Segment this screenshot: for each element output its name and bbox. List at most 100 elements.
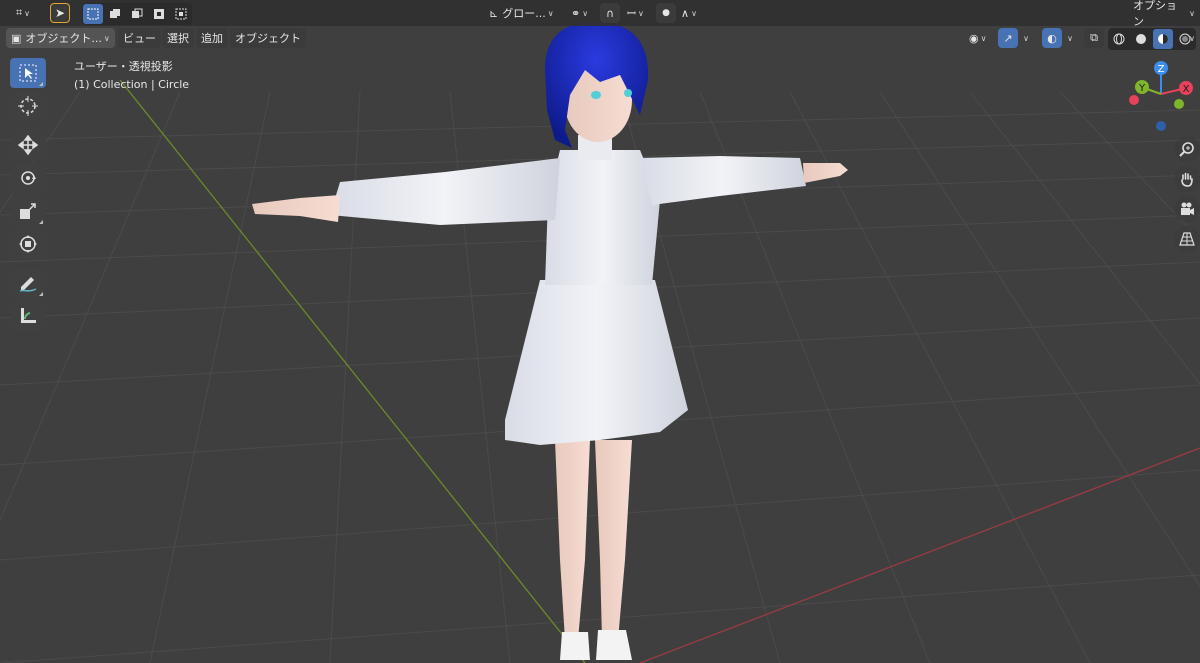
xray-toggle[interactable]: ⧉ [1084, 28, 1104, 48]
chevron-down-icon: ∨ [24, 8, 31, 18]
gizmo-neg-y[interactable] [1174, 99, 1184, 109]
menu-object-label: オブジェクト [235, 32, 301, 45]
falloff-curve-icon: ∧ [681, 6, 690, 20]
rotate-icon [21, 171, 36, 185]
chevron-down-icon: ∨ [637, 8, 644, 18]
rotate-tool[interactable] [10, 163, 46, 193]
gizmo-x-label: X [1183, 84, 1190, 95]
chevron-down-icon: ∨ [103, 33, 110, 43]
select-extend-icon[interactable] [105, 4, 125, 24]
transform-tool[interactable] [10, 229, 46, 259]
chevron-down-icon: ∨ [1023, 33, 1029, 43]
mode-dropdown[interactable]: ▣ オブジェクト... ∨ [6, 28, 115, 48]
perspective-toggle-button[interactable] [1174, 226, 1200, 252]
gizmo-z-label: Z [1158, 64, 1165, 75]
solid-shading-icon[interactable] [1131, 29, 1151, 49]
select-box-icon [19, 64, 37, 82]
gizmo-y-label: Y [1138, 83, 1146, 94]
hand-pan-icon [1181, 172, 1193, 187]
xray-icon: ⧉ [1090, 31, 1098, 44]
zoom-icon [1179, 142, 1194, 157]
select-subtract-icon[interactable] [127, 4, 147, 24]
pencil-icon [19, 277, 37, 292]
viewport-grid-icon: ⌗ [15, 6, 23, 19]
chevron-down-icon: ∨ [980, 33, 987, 43]
select-invert-icon[interactable] [149, 4, 169, 24]
pivot-link-icon: ⚭ [571, 6, 581, 20]
chevron-down-icon: ∨ [691, 8, 697, 18]
select-new-icon[interactable] [83, 4, 103, 24]
object-mode-icon: ▣ [11, 31, 22, 45]
select-box-tool[interactable] [10, 58, 46, 88]
material-shading-icon[interactable] [1153, 29, 1173, 49]
selection-mode-group [82, 3, 192, 25]
tool-submenu-indicator [39, 220, 43, 224]
viewport-menubar: ▣ オブジェクト... ∨ ビュー 選択 追加 オブジェクト ◉ ∨ ↗ ∨ ◐ … [0, 26, 1200, 52]
gizmo-dropdown[interactable]: ∨ [1018, 28, 1032, 48]
move-tool[interactable] [10, 130, 46, 160]
pan-button[interactable] [1174, 166, 1200, 192]
navigation-gizmo[interactable]: Z Y X [1124, 58, 1200, 134]
proportional-falloff-dropdown[interactable]: ∧ ∨ [676, 3, 702, 23]
measure-tool[interactable] [10, 301, 46, 331]
snap-toggle[interactable]: ∩ [600, 3, 620, 23]
cursor-arrow-icon: ➤ [54, 6, 66, 20]
gizmo-neg-x[interactable] [1129, 95, 1139, 105]
transform-orientation-label: グロー... [502, 7, 546, 20]
overlays-dropdown[interactable]: ∨ [1062, 28, 1076, 48]
chevron-down-icon: ∨ [582, 8, 589, 18]
menu-select-label: 選択 [167, 32, 189, 45]
grid-perspective-icon [1179, 232, 1195, 246]
wireframe-shading-icon[interactable] [1109, 29, 1129, 49]
pivot-point-dropdown[interactable]: ⚭ ∨ [566, 3, 593, 23]
overlays-toggle[interactable]: ◐ [1042, 28, 1062, 48]
collection-info: (1) Collection | Circle [74, 78, 190, 91]
menu-select[interactable]: 選択 [162, 28, 194, 48]
menu-add-label: 追加 [201, 32, 223, 45]
view-name: ユーザー・透視投影 [74, 60, 173, 73]
snap-target-dropdown[interactable]: ꟷ ∨ [622, 3, 649, 23]
cursor-tool[interactable] [10, 91, 46, 121]
character-model[interactable] [0, 0, 1200, 663]
shading-dropdown[interactable]: ∨ [1184, 28, 1198, 48]
gizmo-neg-z[interactable] [1156, 121, 1166, 131]
scale-tool[interactable] [10, 196, 46, 226]
ruler-icon [21, 308, 36, 323]
3d-cursor-icon [18, 96, 38, 116]
camera-icon [1181, 202, 1194, 215]
snap-increment-icon: ꟷ [627, 6, 636, 20]
overlays-icon: ◐ [1047, 31, 1057, 45]
proportional-edit-icon: ● [662, 8, 670, 18]
move-arrows-icon [18, 135, 38, 155]
chevron-down-icon: ∨ [1189, 8, 1195, 18]
annotate-tool[interactable] [10, 268, 46, 298]
camera-view-button[interactable] [1174, 196, 1200, 222]
transform-orientation-dropdown[interactable]: ⊾ グロー... ∨ [484, 3, 559, 23]
tool-submenu-indicator [39, 292, 43, 296]
tweak-select-button[interactable]: ➤ [50, 3, 70, 23]
menu-object[interactable]: オブジェクト [230, 28, 306, 48]
menu-view[interactable]: ビュー [118, 28, 161, 48]
scale-icon [20, 203, 36, 219]
gizmo-icon: ↗ [1003, 31, 1013, 45]
chevron-down-icon: ∨ [1067, 33, 1073, 43]
tool-shelf [8, 58, 48, 334]
3d-viewport[interactable] [0, 0, 1200, 663]
chevron-down-icon: ∨ [1189, 33, 1195, 43]
orientation-axes-icon: ⊾ [489, 6, 499, 20]
transform-icon [19, 235, 37, 253]
proportional-edit-toggle[interactable]: ● [656, 3, 676, 23]
select-intersect-icon[interactable] [171, 4, 191, 24]
shading-mode-group [1108, 28, 1196, 50]
chevron-down-icon: ∨ [547, 8, 554, 18]
options-dropdown[interactable]: オプション ∨ [1128, 0, 1200, 28]
viewport-header: ⌗ ∨ ➤ ⊾ グロー... ∨ ⚭ ∨ ∩ ꟷ ∨ ● ∧ ∨ オプション ∨ [0, 0, 1200, 28]
zoom-button[interactable] [1174, 136, 1200, 162]
mode-label: オブジェクト... [25, 32, 102, 45]
tool-submenu-indicator [39, 82, 43, 86]
menu-add[interactable]: 追加 [196, 28, 228, 48]
editor-type-button[interactable]: ⌗ ∨ [6, 3, 40, 23]
visibility-dropdown[interactable]: ◉ ∨ [964, 28, 991, 48]
gizmo-toggle[interactable]: ↗ [998, 28, 1018, 48]
eye-icon: ◉ [969, 31, 979, 45]
